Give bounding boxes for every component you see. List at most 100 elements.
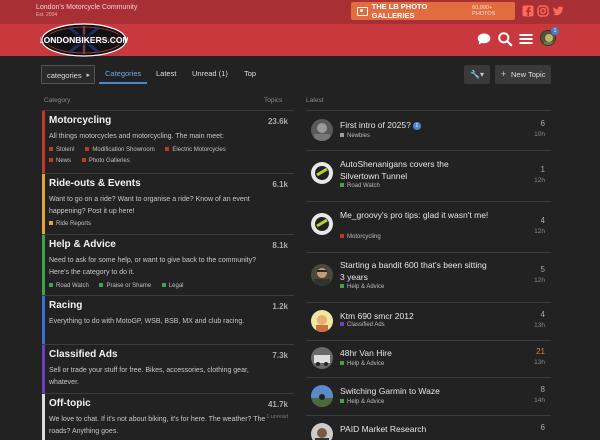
topic-row[interactable]: Me_groovy's pro tips: glad it wasn't me!…	[306, 209, 551, 249]
topic-category[interactable]: Road Watch	[340, 183, 380, 189]
subcategory-list: Ride Reports	[49, 221, 100, 227]
category-title[interactable]: Racing	[49, 300, 82, 311]
topic-avatar[interactable]	[311, 162, 333, 184]
established-text: Est. 2004	[36, 12, 58, 18]
column-header-latest: Latest	[306, 97, 324, 104]
search-icon[interactable]	[497, 31, 513, 47]
category-motorcycling[interactable]: Motorcycling All things motorcycles and …	[42, 111, 294, 173]
topic-category[interactable]: Newbies	[340, 133, 370, 139]
category-title[interactable]: Classified Ads	[49, 349, 118, 360]
topic-row[interactable]: AutoShenanigans covers the Silvertown Tu…	[306, 158, 551, 198]
topic-row[interactable]: First intro of 2025? 1 Newbies 6 10h	[306, 119, 551, 151]
topic-title[interactable]: First intro of 2025? 1	[340, 119, 490, 131]
new-topic-label: New Topic	[511, 70, 546, 79]
topic-reply-count: 6	[540, 423, 545, 432]
topic-age: 13h	[534, 322, 545, 329]
topic-reply-count: 8	[540, 385, 545, 394]
category-title[interactable]: Ride-outs & Events	[49, 178, 141, 189]
subcategory-link[interactable]: Praise or Shame	[99, 283, 151, 289]
new-topic-button[interactable]: + New Topic	[495, 65, 551, 84]
tab-unread[interactable]: Unread (1)	[192, 69, 228, 78]
subcategory-link[interactable]: Road Watch	[49, 283, 89, 289]
subcategory-link[interactable]: Legal	[161, 283, 184, 289]
topic-age: 12h	[534, 277, 545, 284]
category-help-advice[interactable]: Help & Advice Need to ask for some help,…	[42, 235, 294, 295]
tab-categories[interactable]: Categories	[105, 69, 141, 78]
tab-latest[interactable]: Latest	[156, 69, 176, 78]
topic-title[interactable]: Starting a bandit 600 that's been sittin…	[340, 259, 490, 283]
topic-title[interactable]: PAID Market Research	[340, 423, 490, 435]
category-color-bar	[42, 394, 45, 440]
plus-icon: +	[501, 69, 507, 79]
unread-count[interactable]: 1 unread	[266, 414, 288, 420]
topic-reply-count: 4	[540, 310, 545, 319]
photo-galleries-button[interactable]: THE LB PHOTO GALLERIES 60,000+ PHOTOS	[351, 2, 515, 20]
subcategory-link[interactable]: Electric Motorcycles	[165, 147, 226, 153]
topic-avatar[interactable]	[311, 264, 333, 286]
subcategory-list: News Photo Galleries	[49, 158, 139, 164]
subcategory-link[interactable]: News	[49, 158, 71, 164]
column-header-category: Category	[44, 97, 71, 104]
category-classified-ads[interactable]: Classified Ads Sell or trade your stuff …	[42, 345, 294, 393]
category-dropdown[interactable]: categories ▸	[41, 65, 95, 84]
topic-category[interactable]: Help & Advice	[340, 399, 384, 405]
category-color-bar	[42, 174, 45, 234]
divider	[306, 415, 551, 416]
topic-age: 12h	[534, 228, 545, 235]
category-title[interactable]: Off-topic	[49, 398, 91, 409]
topic-category[interactable]: Help & Advice	[340, 284, 384, 290]
topic-row[interactable]: Starting a bandit 600 that's been sittin…	[306, 259, 551, 299]
chat-icon[interactable]	[476, 31, 492, 47]
category-ride-outs-events[interactable]: Ride-outs & Events Want to go on a ride?…	[42, 174, 294, 234]
subcategory-link[interactable]: Modification Showroom	[85, 147, 155, 153]
facebook-icon[interactable]	[522, 5, 534, 17]
category-racing[interactable]: Racing Everything to do with MotoGP, WSB…	[42, 296, 294, 344]
topic-avatar[interactable]	[311, 213, 333, 235]
topic-avatar[interactable]	[311, 347, 333, 369]
topic-avatar[interactable]	[311, 119, 333, 141]
category-off-topic[interactable]: Off-topic We love to chat. If it's not a…	[42, 394, 294, 440]
category-description: Want to go on a ride? Want to organise a…	[49, 196, 250, 215]
topic-category[interactable]: Motorcycling	[340, 234, 381, 240]
topic-title[interactable]: Switching Garmin to Waze	[340, 385, 490, 397]
photo-icon	[357, 6, 368, 16]
topic-avatar[interactable]	[311, 423, 333, 440]
logo-text: LONDONBIKERS.COM	[40, 35, 128, 45]
subcategory-link[interactable]: Stolen!	[49, 147, 75, 153]
topic-title[interactable]: 48hr Van Hire	[340, 347, 490, 359]
hamburger-menu-icon[interactable]	[518, 31, 534, 47]
subcategory-list: Stolen! Modification Showroom Electric M…	[49, 147, 235, 153]
topic-category[interactable]: Help & Advice	[340, 361, 384, 367]
topic-avatar[interactable]	[311, 385, 333, 407]
divider	[306, 302, 551, 303]
subcategory-link[interactable]: Ride Reports	[49, 221, 91, 227]
site-logo[interactable]: LONDONBIKERS.COM	[38, 22, 130, 58]
subcategory-link[interactable]: Photo Galleries	[81, 158, 130, 164]
divider	[306, 110, 551, 111]
topic-title[interactable]: AutoShenanigans covers the Silvertown Tu…	[340, 158, 490, 182]
category-title[interactable]: Motorcycling	[49, 115, 111, 126]
wrench-menu-button[interactable]: 🔧▾	[464, 65, 490, 84]
topic-title[interactable]: Me_groovy's pro tips: glad it wasn't me!	[340, 209, 490, 221]
category-color-bar	[42, 345, 45, 393]
topic-category[interactable]: Classified Ads	[340, 322, 385, 328]
twitter-icon[interactable]	[552, 5, 564, 17]
subcategory-list: Road Watch Praise or Shame Legal	[49, 283, 193, 289]
topic-row[interactable]: Ktm 690 smcr 2012 Classified Ads 4 13h	[306, 310, 551, 340]
category-color-bar	[42, 111, 45, 173]
topic-reply-count: 21	[536, 347, 545, 356]
category-title[interactable]: Help & Advice	[49, 239, 116, 250]
new-posts-badge[interactable]: 1	[412, 122, 421, 130]
divider	[306, 201, 551, 202]
topic-avatar[interactable]	[311, 310, 333, 332]
topic-reply-count: 4	[540, 216, 545, 225]
topic-row[interactable]: Switching Garmin to Waze Help & Advice 8…	[306, 385, 551, 415]
instagram-icon[interactable]	[537, 5, 549, 17]
tab-top[interactable]: Top	[244, 69, 256, 78]
topic-age: 14h	[534, 397, 545, 404]
topic-row[interactable]: 48hr Van Hire Help & Advice 21 13h	[306, 347, 551, 377]
topic-row[interactable]: PAID Market Research 6	[306, 423, 551, 440]
topic-age: 12h	[534, 177, 545, 184]
topic-title[interactable]: Ktm 690 smcr 2012	[340, 310, 490, 322]
notification-badge[interactable]: 1	[551, 27, 559, 35]
